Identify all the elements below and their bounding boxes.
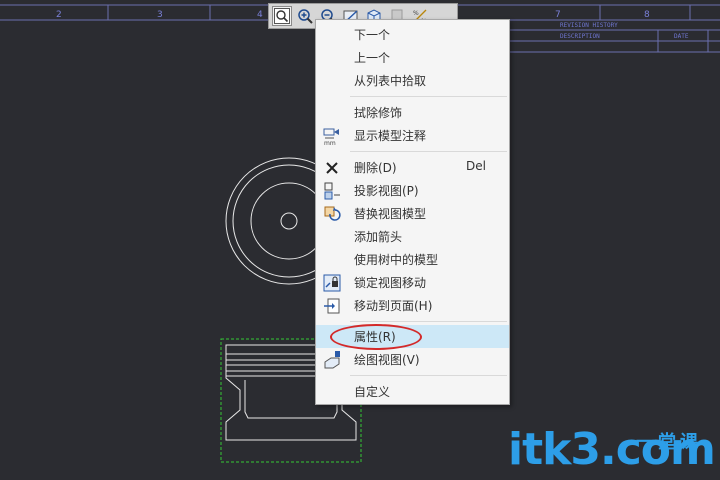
menu-item-label: 绘图视图(V) xyxy=(354,353,420,367)
menu-item-use-model-in-tree[interactable]: 使用树中的模型 xyxy=(316,248,509,271)
description-header: DESCRIPTION xyxy=(560,33,600,40)
drawing-view-icon xyxy=(322,350,342,370)
menu-item-label: 上一个 xyxy=(354,51,391,65)
context-menu: 下一个 上一个 从列表中拾取 拭除修饰 mm 显示模型注释 删除(D) Del … xyxy=(315,19,510,405)
svg-text:mm: mm xyxy=(324,140,336,146)
zoom-window-icon[interactable] xyxy=(272,6,292,26)
ruler-label-7: 7 xyxy=(555,10,561,20)
move-to-sheet-icon xyxy=(322,296,342,316)
menu-item-drawing-view[interactable]: 绘图视图(V) xyxy=(316,348,509,371)
menu-item-label: 添加箭头 xyxy=(354,230,403,244)
menu-item-label: 投影视图(P) xyxy=(354,184,419,198)
zoom-in-icon[interactable] xyxy=(295,6,315,26)
menu-item-label: 锁定视图移动 xyxy=(354,276,427,290)
highlight-ellipse-annotation xyxy=(330,324,422,350)
menu-item-label: 移动到页面(H) xyxy=(354,299,433,313)
menu-item-next[interactable]: 下一个 xyxy=(316,23,509,46)
menu-item-add-arrows[interactable]: 添加箭头 xyxy=(316,225,509,248)
menu-item-projection-view[interactable]: 投影视图(P) xyxy=(316,179,509,202)
menu-item-replace-view-model[interactable]: 替换视图模型 xyxy=(316,202,509,225)
delete-shortcut: Del xyxy=(466,159,486,173)
lock-view-icon xyxy=(322,273,342,293)
ruler-label-4: 4 xyxy=(257,10,263,20)
menu-item-lock-view-movement[interactable]: 锁定视图移动 xyxy=(316,271,509,294)
site-watermark: itk3.com 一堂课 xyxy=(508,424,716,476)
delete-icon xyxy=(322,158,342,178)
menu-separator xyxy=(350,96,507,97)
menu-item-label: 从列表中拾取 xyxy=(354,74,427,88)
menu-item-label: 替换视图模型 xyxy=(354,207,427,221)
show-annotation-icon: mm xyxy=(322,126,342,147)
ruler-label-2: 2 xyxy=(56,10,62,20)
svg-text:%: % xyxy=(413,10,419,17)
menu-separator xyxy=(350,321,507,322)
menu-item-pick-from-list[interactable]: 从列表中拾取 xyxy=(316,69,509,92)
date-header: DATE xyxy=(674,33,689,40)
menu-item-label: 拭除修饰 xyxy=(354,106,403,120)
menu-item-label: 下一个 xyxy=(354,28,391,42)
projection-view-icon xyxy=(322,181,342,201)
menu-item-erase-cosmetic[interactable]: 拭除修饰 xyxy=(316,101,509,124)
ruler-label-8: 8 xyxy=(644,10,650,20)
replace-model-icon xyxy=(322,204,342,224)
revision-table: REVISION HISTORY DESCRIPTION DATE xyxy=(510,22,720,53)
ruler-label-3: 3 xyxy=(157,10,163,20)
menu-item-label: 自定义 xyxy=(354,385,391,399)
menu-item-label: 删除(D) xyxy=(354,161,397,175)
menu-item-move-to-sheet[interactable]: 移动到页面(H) xyxy=(316,294,509,317)
menu-item-label: 显示模型注释 xyxy=(354,129,427,143)
menu-separator xyxy=(350,375,507,376)
menu-item-show-model-annotations[interactable]: mm 显示模型注释 xyxy=(316,124,509,147)
menu-item-label: 使用树中的模型 xyxy=(354,253,439,267)
watermark-cn-text: 一堂课 xyxy=(636,432,702,453)
menu-item-previous[interactable]: 上一个 xyxy=(316,46,509,69)
revision-history-title: REVISION HISTORY xyxy=(560,22,618,29)
menu-item-customize[interactable]: 自定义 xyxy=(316,380,509,403)
menu-separator xyxy=(350,151,507,152)
menu-item-delete[interactable]: 删除(D) Del xyxy=(316,156,509,179)
